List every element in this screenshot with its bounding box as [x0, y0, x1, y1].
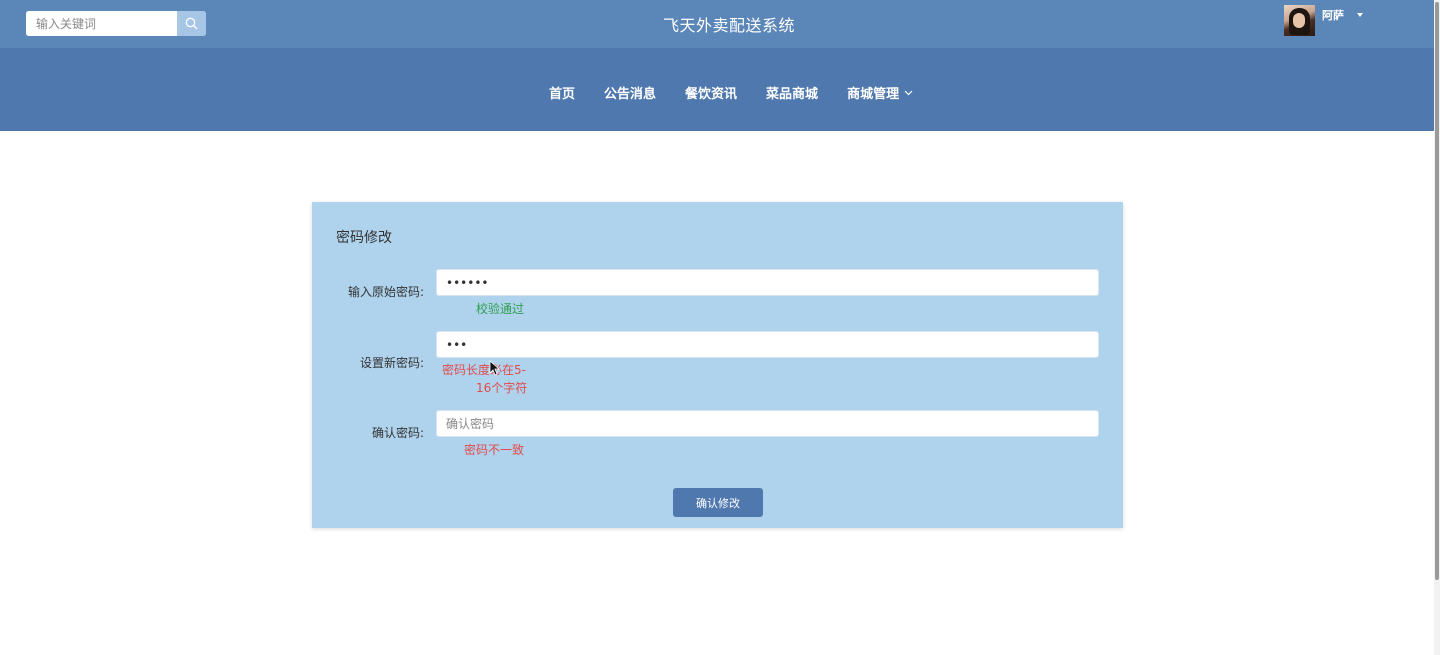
chevron-down-icon: [904, 90, 913, 95]
mouse-cursor-icon: [489, 360, 500, 376]
page-scrollbar[interactable]: [1434, 0, 1440, 655]
new-password-message-line2: 16个字符: [476, 381, 528, 395]
new-password-field[interactable]: [436, 331, 1099, 358]
nav-item-label: 首页: [549, 87, 576, 102]
main-nav: 首页 公告消息 餐饮资讯 菜品商城 商城管理: [0, 48, 1440, 131]
nav-item-label: 商城管理: [847, 87, 900, 102]
nav-item-dish-mall[interactable]: 菜品商城: [766, 83, 818, 102]
nav-item-label: 公告消息: [604, 87, 657, 102]
confirm-password-field[interactable]: [436, 410, 1099, 437]
nav-item-announcements[interactable]: 公告消息: [604, 83, 656, 102]
old-password-field[interactable]: [436, 269, 1099, 296]
avatar[interactable]: [1284, 5, 1315, 36]
old-password-message: 校验通过: [476, 302, 525, 316]
new-password-label: 设置新密码:: [359, 356, 424, 370]
site-title: 飞天外卖配送系统: [662, 16, 795, 35]
nav-item-mall-management[interactable]: 商城管理: [847, 83, 913, 102]
top-bar: 飞天外卖配送系统 阿萨: [0, 0, 1440, 48]
username[interactable]: 阿萨: [1322, 7, 1344, 23]
password-change-card: 密码修改 输入原始密码: 校验通过 设置新密码: 密码长度必在5- 16个字符 …: [312, 202, 1123, 528]
confirm-change-button[interactable]: 确认修改: [673, 488, 763, 517]
nav-item-label: 菜品商城: [766, 87, 819, 102]
nav-item-label: 餐饮资讯: [685, 87, 738, 102]
nav-item-food-news[interactable]: 餐饮资讯: [685, 83, 737, 102]
caret-down-icon[interactable]: [1357, 13, 1363, 17]
old-password-label: 输入原始密码:: [347, 285, 424, 299]
nav-item-home[interactable]: 首页: [549, 83, 575, 102]
confirm-password-message: 密码不一致: [464, 443, 525, 457]
confirm-password-label: 确认密码:: [371, 426, 424, 440]
card-title: 密码修改: [336, 230, 392, 246]
new-password-message-line1: 密码长度必在5-: [442, 363, 526, 377]
scrollbar-thumb[interactable]: [1435, 2, 1439, 580]
